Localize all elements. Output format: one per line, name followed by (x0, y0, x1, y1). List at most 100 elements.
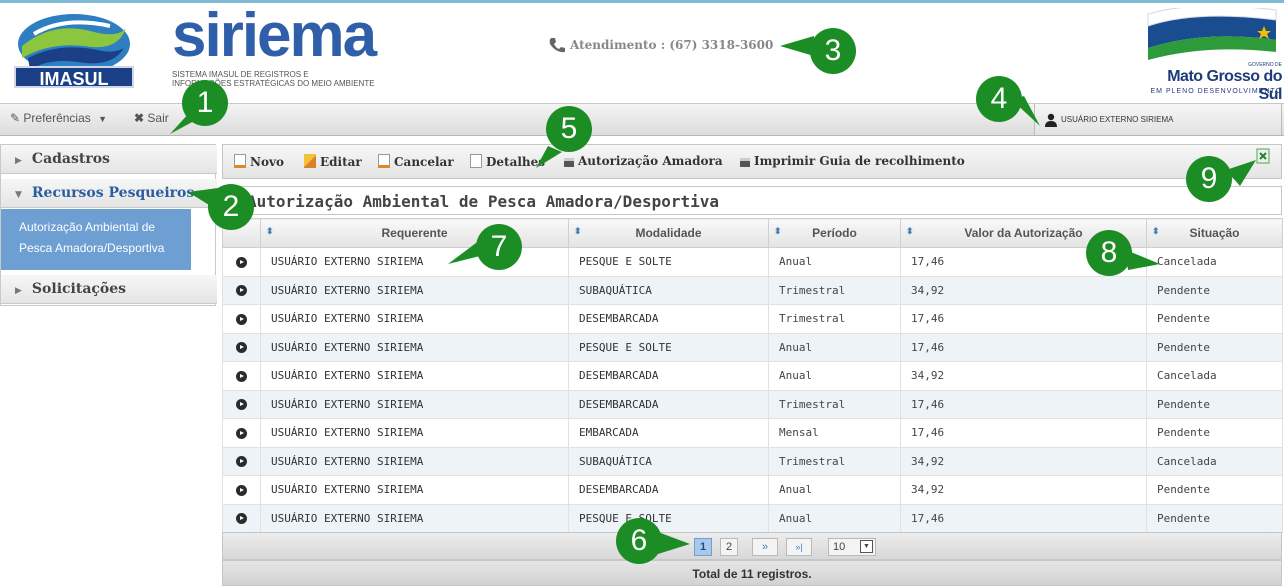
cancel-button[interactable]: Cancelar (378, 154, 454, 169)
ms-flag-logo (1147, 8, 1277, 60)
page-button-1[interactable]: 1 (694, 538, 712, 556)
table-row[interactable]: USUÁRIO EXTERNO SIRIEMA DESEMBARCADA Trime… (222, 304, 1283, 334)
expand-row-icon[interactable] (236, 427, 247, 439)
row-expand-cell[interactable] (222, 247, 261, 277)
last-page-button[interactable]: »| (786, 538, 812, 556)
row-expand-cell[interactable] (222, 418, 261, 448)
table-row[interactable]: USUÁRIO EXTERNO SIRIEMA EMBARCADA Mensal 17… (222, 418, 1283, 448)
subitem-label-line2: Pesca Amadora/Desportiva (19, 241, 165, 255)
user-icon (1045, 113, 1057, 127)
situacao-cell: Pendente (1146, 304, 1283, 334)
support-phone: Atendimento : (67) 3318-3600 (570, 38, 774, 52)
authorization-button[interactable]: Autorização Amadora (564, 154, 723, 168)
expand-row-icon[interactable] (236, 342, 247, 354)
wrench-icon: ✎ (10, 111, 21, 125)
callout-arrow (1226, 160, 1256, 186)
page-size-select[interactable]: 10 ▼ (828, 538, 876, 556)
situacao-cell: Pendente (1146, 332, 1283, 362)
table-row[interactable]: USUÁRIO EXTERNO SIRIEMA SUBAQUÁTICA Trimes… (222, 275, 1283, 305)
preferences-menu[interactable]: ✎ Preferências ▼ (10, 111, 107, 125)
callout-3: 3 (810, 28, 856, 74)
requerente-cell: USUÁRIO EXTERNO SIRIEMA (260, 389, 569, 419)
row-expand-cell[interactable] (222, 475, 261, 505)
table-row[interactable]: USUÁRIO EXTERNO SIRIEMA PESQUE E SOLTE Anu… (222, 332, 1283, 362)
page-size-value: 10 (833, 541, 846, 553)
sidebar-item-label: Recursos Pesqueiros (31, 185, 195, 201)
table-row[interactable]: USUÁRIO EXTERNO SIRIEMA DESEMBARCADA Anual… (222, 475, 1283, 505)
column-header-requerente[interactable]: ⬍ Requerente (260, 218, 569, 248)
row-expand-cell[interactable] (222, 304, 261, 334)
logout-label: Sair (147, 111, 169, 125)
row-expand-cell[interactable] (222, 361, 261, 391)
logout-button[interactable]: ✖ Sair (134, 111, 169, 125)
situacao-cell: Pendente (1146, 475, 1283, 505)
requerente-cell: USUÁRIO EXTERNO SIRIEMA (260, 332, 569, 362)
row-expand-cell[interactable] (222, 275, 261, 305)
expand-row-icon[interactable] (236, 484, 247, 496)
modalidade-cell: SUBAQUÁTICA (568, 446, 769, 476)
column-header-modalidade[interactable]: ⬍ Modalidade (568, 218, 769, 248)
imasul-wordmark: IMASUL (14, 66, 134, 89)
modalidade-cell: DESEMBARCADA (568, 361, 769, 391)
column-header-situacao[interactable]: ⬍ Situação (1146, 218, 1283, 248)
periodo-cell: Anual (768, 361, 901, 391)
requerente-cell: USUÁRIO EXTERNO SIRIEMA (260, 418, 569, 448)
column-label: Período (812, 226, 857, 240)
table-row[interactable]: USUÁRIO EXTERNO SIRIEMA DESEMBARCADA Anual… (222, 361, 1283, 391)
requerente-cell: USUÁRIO EXTERNO SIRIEMA (260, 361, 569, 391)
sidebar-item-recursos-pesqueiros[interactable]: ▼ Recursos Pesqueiros (1, 179, 217, 208)
page-button-2[interactable]: 2 (720, 538, 738, 556)
sidebar-item-label: Cadastros (31, 151, 110, 167)
periodo-cell: Anual (768, 475, 901, 505)
expand-row-icon[interactable] (236, 513, 247, 525)
expand-row-icon[interactable] (236, 256, 247, 268)
table-row[interactable]: USUÁRIO EXTERNO SIRIEMA SUBAQUÁTICA Trimes… (222, 446, 1283, 476)
periodo-cell: Trimestral (768, 275, 901, 305)
callout-arrow (536, 146, 562, 168)
export-excel-icon[interactable] (1256, 148, 1270, 164)
sidebar-subitem-autorizacao-pesca[interactable]: Autorização Ambiental de Pesca Amadora/D… (1, 209, 191, 270)
row-expand-cell[interactable] (222, 332, 261, 362)
callout-arrow (170, 112, 196, 134)
print-guide-button[interactable]: Imprimir Guia de recolhimento (740, 154, 965, 168)
user-badge[interactable]: USUÁRIO EXTERNO SIRIEMA (1034, 104, 1282, 135)
sort-icon: ⬍ (266, 226, 274, 236)
situacao-cell: Pendente (1146, 503, 1283, 533)
expand-row-icon[interactable] (236, 399, 247, 411)
column-header-periodo[interactable]: ⬍ Período (768, 218, 901, 248)
sort-icon: ⬍ (574, 226, 582, 236)
expand-row-icon[interactable] (236, 285, 247, 297)
sort-icon: ⬍ (1152, 226, 1160, 236)
print-guide-label: Imprimir Guia de recolhimento (754, 154, 965, 168)
sidebar-item-cadastros[interactable]: ▶ Cadastros (1, 145, 217, 174)
new-button[interactable]: Novo (234, 154, 284, 169)
expand-row-icon[interactable] (236, 313, 247, 325)
row-expand-cell[interactable] (222, 446, 261, 476)
table-row[interactable]: USUÁRIO EXTERNO SIRIEMA PESQUE E SOLTE Anu… (222, 503, 1283, 533)
requerente-cell: USUÁRIO EXTERNO SIRIEMA (260, 275, 569, 305)
periodo-cell: Mensal (768, 418, 901, 448)
details-button[interactable]: Detalhes (470, 154, 545, 169)
valor-cell: 34,92 (900, 361, 1147, 391)
callout-7: 7 (476, 224, 522, 270)
sort-icon: ⬍ (906, 226, 914, 236)
expand-row-icon[interactable] (236, 370, 247, 382)
requerente-cell: USUÁRIO EXTERNO SIRIEMA (260, 503, 569, 533)
table-row[interactable]: USUÁRIO EXTERNO SIRIEMA DESEMBARCADA Trime… (222, 389, 1283, 419)
app-subtitle-line1: SISTEMA IMASUL DE REGISTROS E (172, 70, 309, 79)
callout-arrow (1126, 250, 1160, 270)
modalidade-cell: DESEMBARCADA (568, 475, 769, 505)
periodo-cell: Anual (768, 247, 901, 277)
row-expand-cell[interactable] (222, 503, 261, 533)
row-expand-cell[interactable] (222, 389, 261, 419)
modalidade-cell: EMBARCADA (568, 418, 769, 448)
gov-name: Mato Grosso do Sul (1167, 68, 1282, 103)
edit-button[interactable]: Editar (304, 154, 362, 169)
app-title: siriema (172, 1, 377, 70)
sidebar-item-solicitacoes[interactable]: ▶ Solicitações (1, 275, 217, 304)
expand-row-icon[interactable] (236, 456, 247, 468)
cancel-document-icon (378, 154, 390, 168)
periodo-cell: Anual (768, 332, 901, 362)
next-page-button[interactable]: » (752, 538, 778, 556)
situacao-cell: Pendente (1146, 418, 1283, 448)
